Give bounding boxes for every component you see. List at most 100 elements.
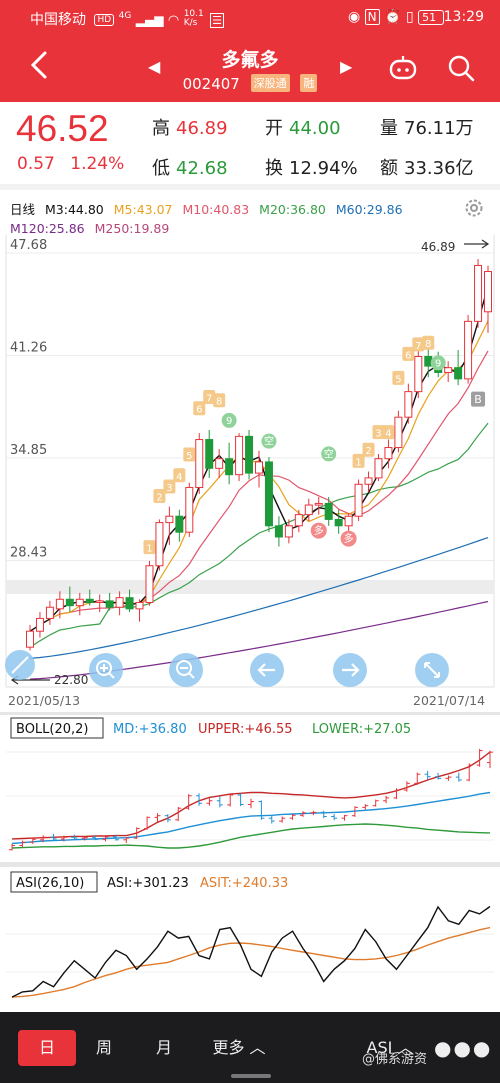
boll-md-label: MD:+36.80 bbox=[113, 722, 187, 737]
candle-body bbox=[165, 515, 174, 524]
next-stock-icon[interactable]: ▶ bbox=[340, 57, 352, 76]
amount-field: 额 33.36亿 bbox=[380, 154, 474, 180]
candle-body bbox=[175, 515, 184, 533]
signal-bubble-text: 空 bbox=[324, 447, 334, 460]
asi-value-label: ASI:+301.23 bbox=[107, 876, 189, 891]
candle-body bbox=[85, 598, 94, 603]
signal-number: 6 bbox=[196, 405, 202, 416]
status-right: ◉ N ⏰ ▯ 51 13:29 bbox=[348, 9, 484, 25]
candle-body bbox=[364, 477, 373, 485]
change-percent: 1.24% bbox=[70, 154, 125, 174]
asi-panel: ASI(26,10) ASI:+301.23 ASIT:+240.33 bbox=[0, 862, 500, 998]
candle-body bbox=[384, 447, 393, 460]
signal-markers: 1234567 89空多空多123 4567 89B bbox=[143, 335, 486, 555]
candle-body bbox=[354, 483, 363, 517]
candle-body bbox=[115, 597, 124, 608]
date-start: 2021/05/13 bbox=[8, 693, 80, 708]
zoom-out-button[interactable] bbox=[169, 653, 203, 687]
turnover-field: 换 12.94% bbox=[265, 154, 358, 180]
candle-body bbox=[125, 597, 134, 610]
signal-number: 5 bbox=[186, 451, 192, 462]
candle-body bbox=[314, 502, 323, 506]
ma-label: M5:43.07 bbox=[113, 202, 173, 217]
candle-body bbox=[374, 458, 383, 479]
candle-body bbox=[26, 630, 34, 648]
signal-number: 7 bbox=[415, 341, 421, 352]
candle-body bbox=[394, 416, 403, 449]
candle-body bbox=[145, 565, 154, 603]
candle-body bbox=[324, 502, 333, 520]
max-arrow-icon bbox=[464, 239, 490, 249]
ma-label: M20:36.80 bbox=[259, 202, 326, 217]
candle-body bbox=[344, 515, 353, 527]
watermark: @佛系游资 bbox=[362, 1052, 428, 1067]
high-value: 46.89 bbox=[176, 118, 228, 139]
y-tick-label: 47.68 bbox=[10, 238, 47, 253]
tab-week[interactable]: 周 bbox=[84, 1030, 124, 1066]
zoom-in-button[interactable] bbox=[89, 653, 123, 687]
candle-body bbox=[135, 601, 144, 610]
date-end: 2021/07/14 bbox=[413, 693, 485, 708]
turnover-value: 12.94% bbox=[289, 158, 358, 179]
candle-body bbox=[185, 486, 194, 533]
tab-more[interactable]: 更多 ︿ bbox=[204, 1030, 274, 1066]
high-label: 高 bbox=[152, 118, 170, 139]
y-tick-label: 28.43 bbox=[10, 545, 47, 560]
candle-body bbox=[235, 435, 244, 476]
min-price-marker: 22.80 bbox=[54, 673, 88, 687]
pan-right-button[interactable] bbox=[333, 653, 367, 687]
gear-icon[interactable] bbox=[463, 197, 485, 223]
boll-lower-label: LOWER:+27.05 bbox=[312, 722, 411, 737]
signal-number: 2 bbox=[365, 446, 371, 457]
signal-text: 4G bbox=[118, 11, 132, 21]
signal-bubble-text: 多 bbox=[314, 524, 324, 537]
net-speed: 10.1 K/s bbox=[183, 9, 204, 28]
margin-tag: 融 bbox=[300, 74, 318, 92]
candle-body bbox=[414, 355, 423, 393]
robot-assistant-icon[interactable] bbox=[388, 54, 418, 86]
candlestick-chart[interactable]: 1234567 89空多空多123 4567 89B 47.6841.2634.852… bbox=[0, 235, 500, 710]
collapse-button[interactable] bbox=[5, 650, 35, 680]
stock-code-row: 002407 深股通 融 bbox=[0, 74, 500, 93]
alarm-icon: ⏰ bbox=[384, 9, 402, 25]
tab-month[interactable]: 月 bbox=[144, 1030, 184, 1066]
boll-grid bbox=[6, 751, 494, 841]
search-icon[interactable] bbox=[447, 54, 475, 86]
candle-body bbox=[274, 525, 283, 538]
ma-label: M250:19.89 bbox=[94, 221, 170, 236]
pan-left-button[interactable] bbox=[250, 653, 284, 687]
candle-body bbox=[264, 461, 273, 527]
vibrate-icon: ▯ bbox=[405, 9, 414, 25]
candle-body bbox=[35, 617, 44, 632]
signal-bubble-text: 9 bbox=[226, 416, 232, 427]
candle-body bbox=[284, 525, 293, 538]
candle-body bbox=[225, 458, 234, 476]
quote-panel: 46.52 0.57 1.24% 高 46.89 开 44.00 量 76.11万 低… bbox=[0, 102, 500, 190]
asi-lines bbox=[11, 905, 491, 998]
candle-body bbox=[75, 598, 84, 607]
candle-body bbox=[304, 504, 313, 516]
candle-body bbox=[444, 367, 453, 373]
connect-tag: 深股通 bbox=[250, 74, 290, 92]
candle-body bbox=[95, 600, 104, 603]
stock-chart-screen: 中国移动 HD 4G ▂▄▆ ◠ 10.1 K/s ☰ ◉ N ⏰ ▯ 51 1… bbox=[0, 0, 500, 1083]
turnover-label: 换 bbox=[265, 158, 283, 179]
candle-body bbox=[474, 264, 483, 322]
high-field: 高 46.89 bbox=[152, 114, 228, 140]
tab-day[interactable]: 日 bbox=[18, 1030, 76, 1066]
signal-number: 4 bbox=[385, 429, 391, 440]
signal-number: 7 bbox=[206, 394, 212, 405]
ma60-line bbox=[29, 537, 489, 659]
header-bar: 中国移动 HD 4G ▂▄▆ ◠ 10.1 K/s ☰ ◉ N ⏰ ▯ 51 1… bbox=[0, 0, 500, 102]
candle-body bbox=[245, 435, 254, 474]
amount-value: 33.36亿 bbox=[404, 158, 474, 179]
signal-number: 2 bbox=[156, 493, 162, 504]
signal-number: 3 bbox=[166, 483, 172, 494]
more-options-icon[interactable]: ●●● bbox=[434, 1030, 490, 1066]
boll-upper-label: UPPER:+46.55 bbox=[198, 722, 293, 737]
volume-field: 量 76.11万 bbox=[380, 114, 474, 140]
fullscreen-button[interactable] bbox=[415, 653, 449, 687]
asi-title: ASI(26,10) bbox=[16, 876, 84, 891]
boll-title: BOLL(20,2) bbox=[16, 722, 89, 737]
candle-body bbox=[65, 598, 74, 607]
